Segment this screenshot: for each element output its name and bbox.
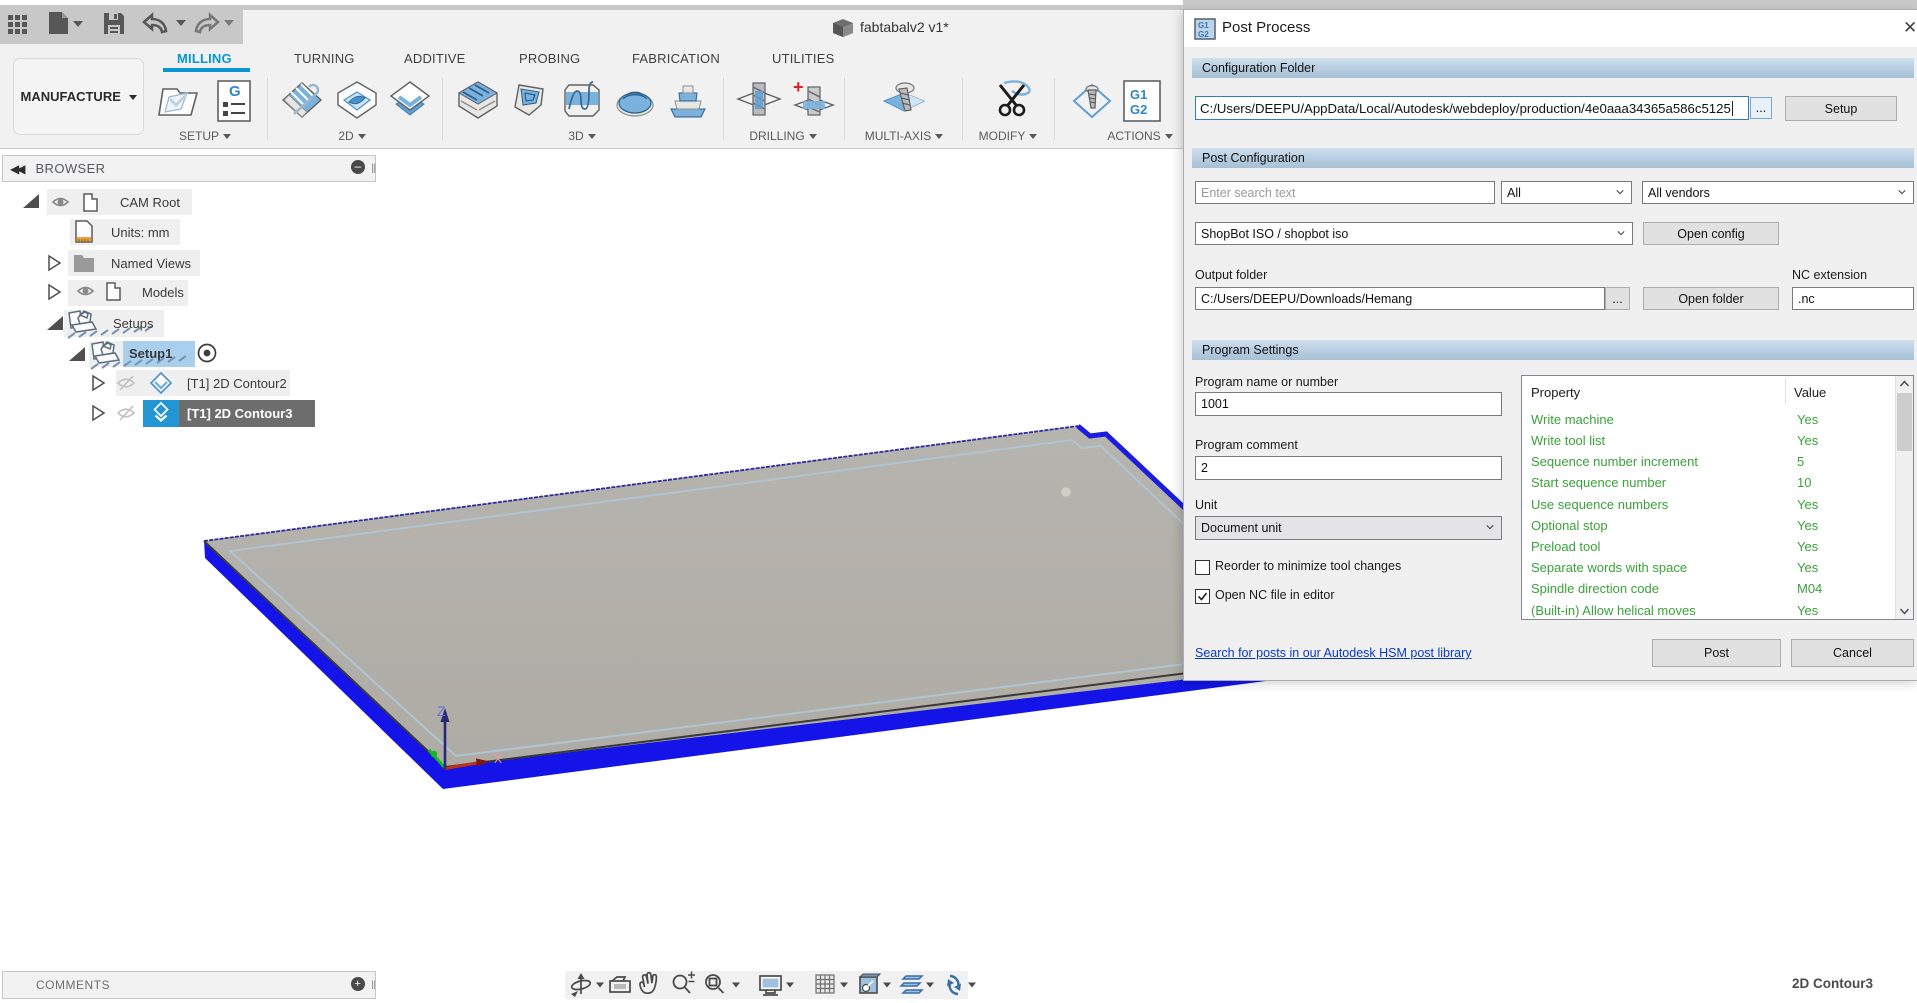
svg-text:G1: G1 [1198, 21, 1209, 30]
svg-text:G2: G2 [1130, 102, 1147, 117]
svg-text:G: G [229, 83, 241, 100]
svg-text:G1: G1 [1130, 87, 1147, 102]
svg-text:+: + [793, 79, 804, 97]
svg-text:Z: Z [437, 703, 446, 719]
svg-text:G2: G2 [1198, 30, 1209, 39]
svg-text:X: X [494, 752, 502, 766]
